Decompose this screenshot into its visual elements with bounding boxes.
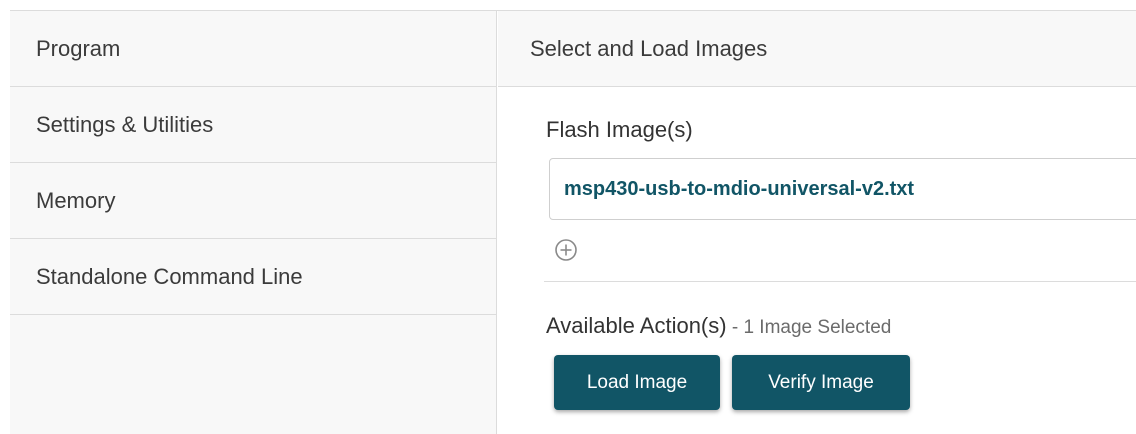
sidebar-item-program[interactable]: Program bbox=[10, 11, 496, 87]
flash-image-field[interactable]: msp430-usb-to-mdio-universal-v2.txt bbox=[549, 158, 1136, 220]
page-title-text: Select and Load Images bbox=[530, 35, 768, 61]
available-actions-label: Available Action(s) - 1 Image Selected bbox=[546, 313, 891, 339]
sidebar-item-label: Program bbox=[36, 35, 121, 61]
selected-image-name: msp430-usb-to-mdio-universal-v2.txt bbox=[564, 177, 915, 200]
verify-image-button[interactable]: Verify Image bbox=[732, 355, 910, 410]
section-divider bbox=[544, 281, 1136, 282]
flash-programmer-window: Program Settings & Utilities Memory Stan… bbox=[0, 0, 1136, 434]
load-image-button[interactable]: Load Image bbox=[554, 355, 720, 410]
sidebar-item-settings-utilities[interactable]: Settings & Utilities bbox=[10, 87, 496, 163]
sidebar-item-standalone-command-line[interactable]: Standalone Command Line bbox=[10, 239, 496, 315]
plus-circle-icon[interactable] bbox=[554, 238, 578, 262]
sidebar-item-label: Standalone Command Line bbox=[36, 263, 303, 289]
available-actions-title: Available Action(s) bbox=[546, 313, 727, 338]
sidebar-item-memory[interactable]: Memory bbox=[10, 163, 496, 239]
sidebar: Program Settings & Utilities Memory Stan… bbox=[10, 11, 497, 434]
flash-images-label: Flash Image(s) bbox=[546, 117, 693, 142]
main-panel: Select and Load Images Flash Image(s) ms… bbox=[498, 11, 1136, 434]
page-title: Select and Load Images bbox=[498, 11, 1136, 87]
sidebar-item-label: Settings & Utilities bbox=[36, 111, 214, 137]
sidebar-item-label: Memory bbox=[36, 187, 116, 213]
images-selected-count: - 1 Image Selected bbox=[726, 317, 892, 338]
